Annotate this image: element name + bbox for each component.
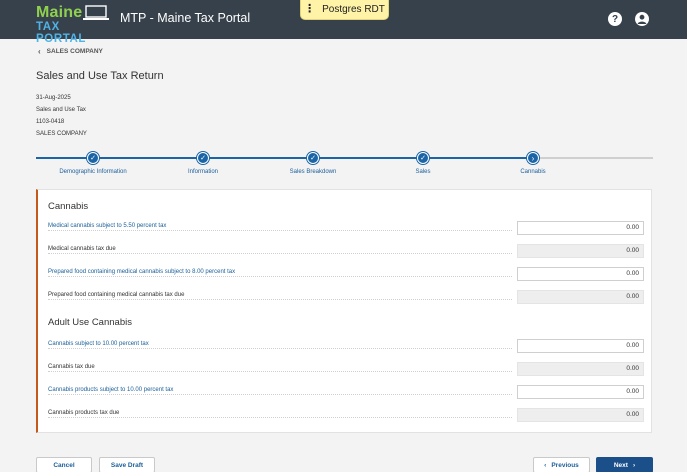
- maine-tax-portal-logo[interactable]: Maine TAX PORTAL: [36, 4, 112, 45]
- step-5-current-chevron-icon[interactable]: ›: [527, 152, 539, 164]
- chevron-left-icon: ‹: [544, 461, 547, 469]
- cannabis-form-panel: Cannabis Medical cannabis subject to 5.5…: [36, 189, 652, 433]
- field-label: Medical cannabis tax due: [48, 246, 120, 252]
- logo-text-maine: Maine: [36, 4, 83, 21]
- prepared-food-subject-input[interactable]: 0.00: [517, 267, 644, 281]
- section-title-cannabis: Cannabis: [48, 201, 89, 212]
- cannabis-tax-due-value: 0.00: [517, 362, 644, 376]
- field-label[interactable]: Cannabis products subject to 10.00 perce…: [48, 387, 178, 393]
- cannabis-products-subject-input[interactable]: 0.00: [517, 385, 644, 399]
- dotted-leader: [48, 299, 512, 300]
- field-label: Cannabis tax due: [48, 364, 99, 370]
- dotted-leader: [48, 253, 512, 254]
- meta-tax-type: Sales and Use Tax: [36, 107, 86, 113]
- breadcrumb[interactable]: ‹ SALES COMPANY: [38, 47, 103, 56]
- logo-text-tax-portal: TAX PORTAL: [36, 21, 87, 45]
- top-header: Maine TAX PORTAL MTP - Maine Tax Portal …: [0, 0, 687, 45]
- field-label: Cannabis products tax due: [48, 410, 124, 416]
- save-draft-button[interactable]: Save Draft: [99, 457, 155, 472]
- step-label-cannabis[interactable]: Cannabis: [520, 169, 545, 175]
- field-label[interactable]: Prepared food containing medical cannabi…: [48, 269, 240, 275]
- row-cannabis-subject: Cannabis subject to 10.00 percent tax 0.…: [48, 339, 644, 353]
- medical-cannabis-tax-due-value: 0.00: [517, 244, 644, 258]
- next-button[interactable]: Next ›: [596, 457, 653, 472]
- field-label[interactable]: Cannabis subject to 10.00 percent tax: [48, 341, 153, 347]
- medical-cannabis-subject-input[interactable]: 0.00: [517, 221, 644, 235]
- user-account-icon[interactable]: [635, 12, 649, 26]
- user-silhouette-icon: [637, 14, 647, 24]
- field-label: Prepared food containing medical cannabi…: [48, 292, 189, 298]
- step-3-check-icon[interactable]: ✓: [307, 152, 319, 164]
- environment-badge-label: Postgres RDT: [322, 4, 385, 15]
- step-label-information[interactable]: Information: [188, 169, 218, 175]
- page-title: Sales and Use Tax Return: [36, 70, 164, 82]
- prepared-food-tax-due-value: 0.00: [517, 290, 644, 304]
- dotted-leader: [48, 230, 512, 231]
- app-title: MTP - Maine Tax Portal: [120, 11, 251, 25]
- row-medical-cannabis-subject: Medical cannabis subject to 5.50 percent…: [48, 221, 644, 235]
- step-label-demographic[interactable]: Demographic Information: [59, 169, 126, 175]
- next-button-label: Next: [613, 461, 628, 469]
- cancel-button[interactable]: Cancel: [36, 457, 92, 472]
- previous-button[interactable]: ‹ Previous: [533, 457, 590, 472]
- step-label-sales[interactable]: Sales: [415, 169, 430, 175]
- step-4-check-icon[interactable]: ✓: [417, 152, 429, 164]
- laptop-icon: [83, 5, 109, 20]
- dotted-leader: [48, 348, 512, 349]
- breadcrumb-label: SALES COMPANY: [46, 48, 103, 55]
- dotted-leader: [48, 394, 512, 395]
- section-title-adult-use-cannabis: Adult Use Cannabis: [48, 317, 132, 328]
- meta-company: SALES COMPANY: [36, 131, 87, 137]
- row-cannabis-products-subject: Cannabis products subject to 10.00 perce…: [48, 385, 644, 399]
- cannabis-products-tax-due-value: 0.00: [517, 408, 644, 422]
- row-medical-cannabis-tax-due: Medical cannabis tax due 0.00: [48, 244, 644, 258]
- more-vertical-icon: ⋮: [304, 3, 316, 15]
- step-2-check-icon[interactable]: ✓: [197, 152, 209, 164]
- cannabis-subject-input[interactable]: 0.00: [517, 339, 644, 353]
- field-label[interactable]: Medical cannabis subject to 5.50 percent…: [48, 223, 171, 229]
- progress-stepper: ✓ Demographic Information ✓ Information …: [36, 152, 653, 182]
- dotted-leader: [48, 417, 512, 418]
- help-icon[interactable]: ?: [608, 12, 622, 26]
- step-1-check-icon[interactable]: ✓: [87, 152, 99, 164]
- row-prepared-food-subject: Prepared food containing medical cannabi…: [48, 267, 644, 281]
- previous-button-label: Previous: [551, 461, 579, 469]
- stepper-progress-line: [36, 157, 533, 159]
- meta-account-id: 1103-0418: [36, 119, 65, 125]
- environment-badge[interactable]: ⋮ Postgres RDT: [300, 0, 389, 20]
- row-cannabis-tax-due: Cannabis tax due 0.00: [48, 362, 644, 376]
- dotted-leader: [48, 276, 512, 277]
- chevron-left-icon: ‹: [38, 47, 41, 56]
- row-cannabis-products-tax-due: Cannabis products tax due 0.00: [48, 408, 644, 422]
- chevron-right-icon: ›: [632, 461, 636, 469]
- stepper-remaining-line: [533, 157, 653, 159]
- dotted-leader: [48, 371, 512, 372]
- step-label-sales-breakdown[interactable]: Sales Breakdown: [290, 169, 337, 175]
- row-prepared-food-tax-due: Prepared food containing medical cannabi…: [48, 290, 644, 304]
- meta-period: 31-Aug-2025: [36, 95, 71, 101]
